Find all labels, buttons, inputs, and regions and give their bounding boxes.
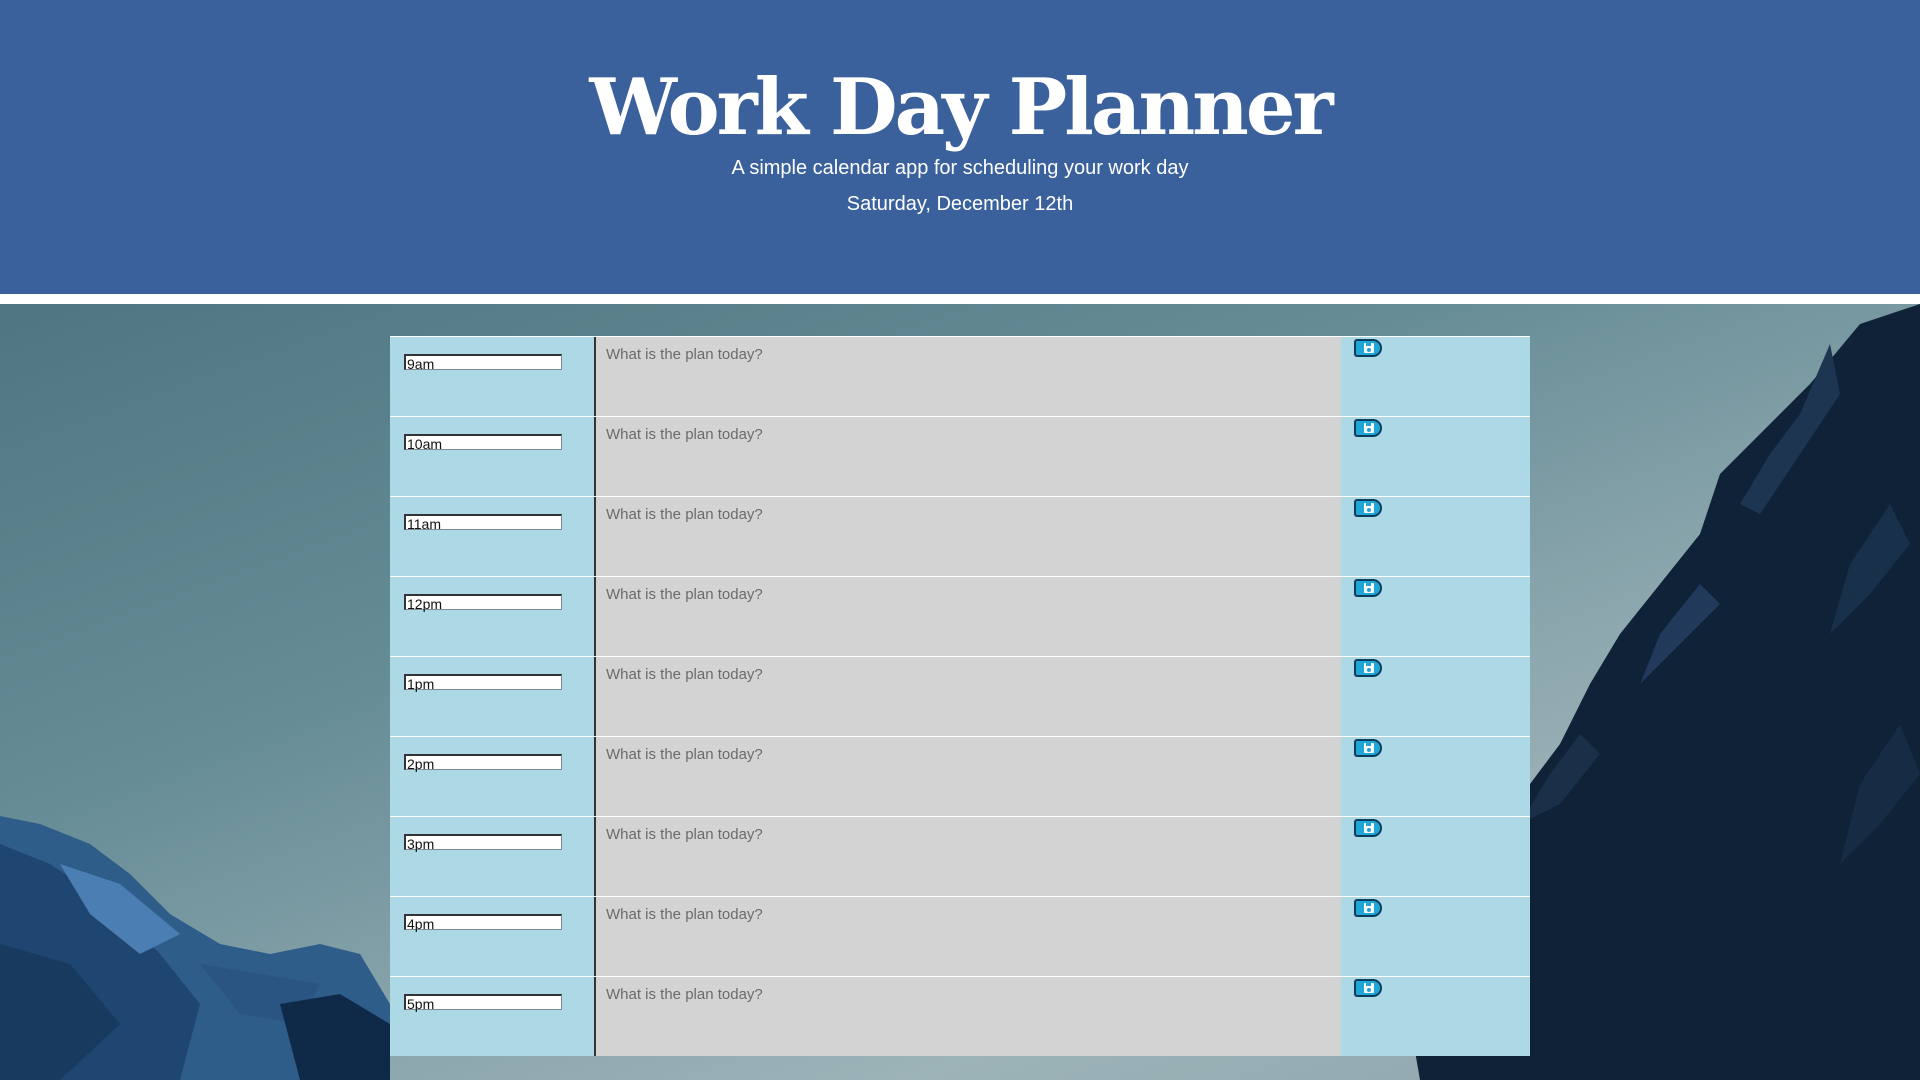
- plan-placeholder: What is the plan today?: [606, 906, 763, 923]
- plan-placeholder: What is the plan today?: [606, 426, 763, 443]
- row-spacer: [580, 817, 594, 896]
- row-spacer: [580, 577, 594, 656]
- hour-text: 11am: [407, 516, 441, 532]
- floppy-disk-icon: [1364, 743, 1374, 753]
- header-divider: [0, 294, 1920, 304]
- plan-placeholder: What is the plan today?: [606, 666, 763, 683]
- hour-label: 3pm: [404, 834, 562, 852]
- save-button-9am[interactable]: [1354, 339, 1382, 357]
- save-button-11am[interactable]: [1354, 499, 1382, 517]
- hour-text: 1pm: [407, 676, 435, 692]
- hour-cell: 5pm: [390, 977, 580, 1056]
- planner: 9am What is the plan today? 10am What is…: [390, 336, 1530, 1056]
- row-spacer: [580, 897, 594, 976]
- hour-label: 5pm: [404, 994, 562, 1012]
- hour-text: 9am: [407, 356, 435, 372]
- save-button-1pm[interactable]: [1354, 659, 1382, 677]
- hour-text: 5pm: [407, 996, 435, 1012]
- save-cell: [1341, 737, 1530, 816]
- current-day: Saturday, December 12th: [846, 193, 1074, 215]
- plan-placeholder: What is the plan today?: [606, 506, 763, 523]
- hour-cell: 9am: [390, 337, 580, 416]
- plan-textarea[interactable]: What is the plan today?: [594, 737, 1341, 816]
- hour-text: 3pm: [407, 836, 435, 852]
- hour-label: 9am: [404, 354, 562, 372]
- hour-cell: 11am: [390, 497, 580, 576]
- save-button-12pm[interactable]: [1354, 579, 1382, 597]
- time-block-12pm: 12pm What is the plan today?: [390, 576, 1530, 656]
- hour-label: 10am: [404, 434, 562, 452]
- floppy-disk-icon: [1364, 343, 1374, 353]
- floppy-disk-icon: [1364, 583, 1374, 593]
- save-cell: [1341, 417, 1530, 496]
- save-button-10am[interactable]: [1354, 419, 1382, 437]
- save-button-4pm[interactable]: [1354, 899, 1382, 917]
- row-spacer: [580, 737, 594, 816]
- time-block-3pm: 3pm What is the plan today?: [390, 816, 1530, 896]
- hour-label: 2pm: [404, 754, 562, 772]
- save-button-2pm[interactable]: [1354, 739, 1382, 757]
- plan-textarea[interactable]: What is the plan today?: [594, 417, 1341, 496]
- save-button-5pm[interactable]: [1354, 979, 1382, 997]
- plan-textarea[interactable]: What is the plan today?: [594, 977, 1341, 1056]
- save-cell: [1341, 657, 1530, 736]
- floppy-disk-icon: [1364, 903, 1374, 913]
- row-spacer: [580, 337, 594, 416]
- hour-label: 4pm: [404, 914, 562, 932]
- plan-placeholder: What is the plan today?: [606, 746, 763, 763]
- hour-text: 2pm: [407, 756, 435, 772]
- row-spacer: [580, 657, 594, 736]
- row-spacer: [580, 977, 594, 1056]
- plan-textarea[interactable]: What is the plan today?: [594, 657, 1341, 736]
- plan-textarea[interactable]: What is the plan today?: [594, 577, 1341, 656]
- hour-label: 12pm: [404, 594, 562, 612]
- floppy-disk-icon: [1364, 983, 1374, 993]
- plan-placeholder: What is the plan today?: [606, 986, 763, 1003]
- time-block-4pm: 4pm What is the plan today?: [390, 896, 1530, 976]
- hour-cell: 1pm: [390, 657, 580, 736]
- hour-cell: 10am: [390, 417, 580, 496]
- plan-textarea[interactable]: What is the plan today?: [594, 337, 1341, 416]
- hour-cell: 2pm: [390, 737, 580, 816]
- floppy-disk-icon: [1364, 503, 1374, 513]
- plan-placeholder: What is the plan today?: [606, 826, 763, 843]
- time-block-1pm: 1pm What is the plan today?: [390, 656, 1530, 736]
- hour-text: 12pm: [407, 596, 443, 612]
- row-spacer: [580, 497, 594, 576]
- hour-label: 1pm: [404, 674, 562, 692]
- plan-textarea[interactable]: What is the plan today?: [594, 817, 1341, 896]
- plan-textarea[interactable]: What is the plan today?: [594, 497, 1341, 576]
- time-block-10am: 10am What is the plan today?: [390, 416, 1530, 496]
- plan-textarea[interactable]: What is the plan today?: [594, 897, 1341, 976]
- save-cell: [1341, 897, 1530, 976]
- save-cell: [1341, 497, 1530, 576]
- header: Work Day Planner A simple calendar app f…: [0, 0, 1920, 294]
- hour-cell: 12pm: [390, 577, 580, 656]
- save-cell: [1341, 817, 1530, 896]
- time-block-9am: 9am What is the plan today?: [390, 336, 1530, 416]
- save-cell: [1341, 577, 1530, 656]
- save-button-3pm[interactable]: [1354, 819, 1382, 837]
- page-subtitle: A simple calendar app for scheduling you…: [731, 157, 1189, 179]
- hour-text: 10am: [407, 436, 443, 452]
- save-cell: [1341, 337, 1530, 416]
- hour-cell: 4pm: [390, 897, 580, 976]
- plan-placeholder: What is the plan today?: [606, 346, 763, 363]
- time-block-2pm: 2pm What is the plan today?: [390, 736, 1530, 816]
- time-block-5pm: 5pm What is the plan today?: [390, 976, 1530, 1056]
- floppy-disk-icon: [1364, 423, 1374, 433]
- time-block-11am: 11am What is the plan today?: [390, 496, 1530, 576]
- page-title: Work Day Planner: [589, 62, 1333, 153]
- hour-text: 4pm: [407, 916, 435, 932]
- hour-label: 11am: [404, 514, 562, 532]
- floppy-disk-icon: [1364, 823, 1374, 833]
- floppy-disk-icon: [1364, 663, 1374, 673]
- plan-placeholder: What is the plan today?: [606, 586, 763, 603]
- save-cell: [1341, 977, 1530, 1056]
- hour-cell: 3pm: [390, 817, 580, 896]
- row-spacer: [580, 417, 594, 496]
